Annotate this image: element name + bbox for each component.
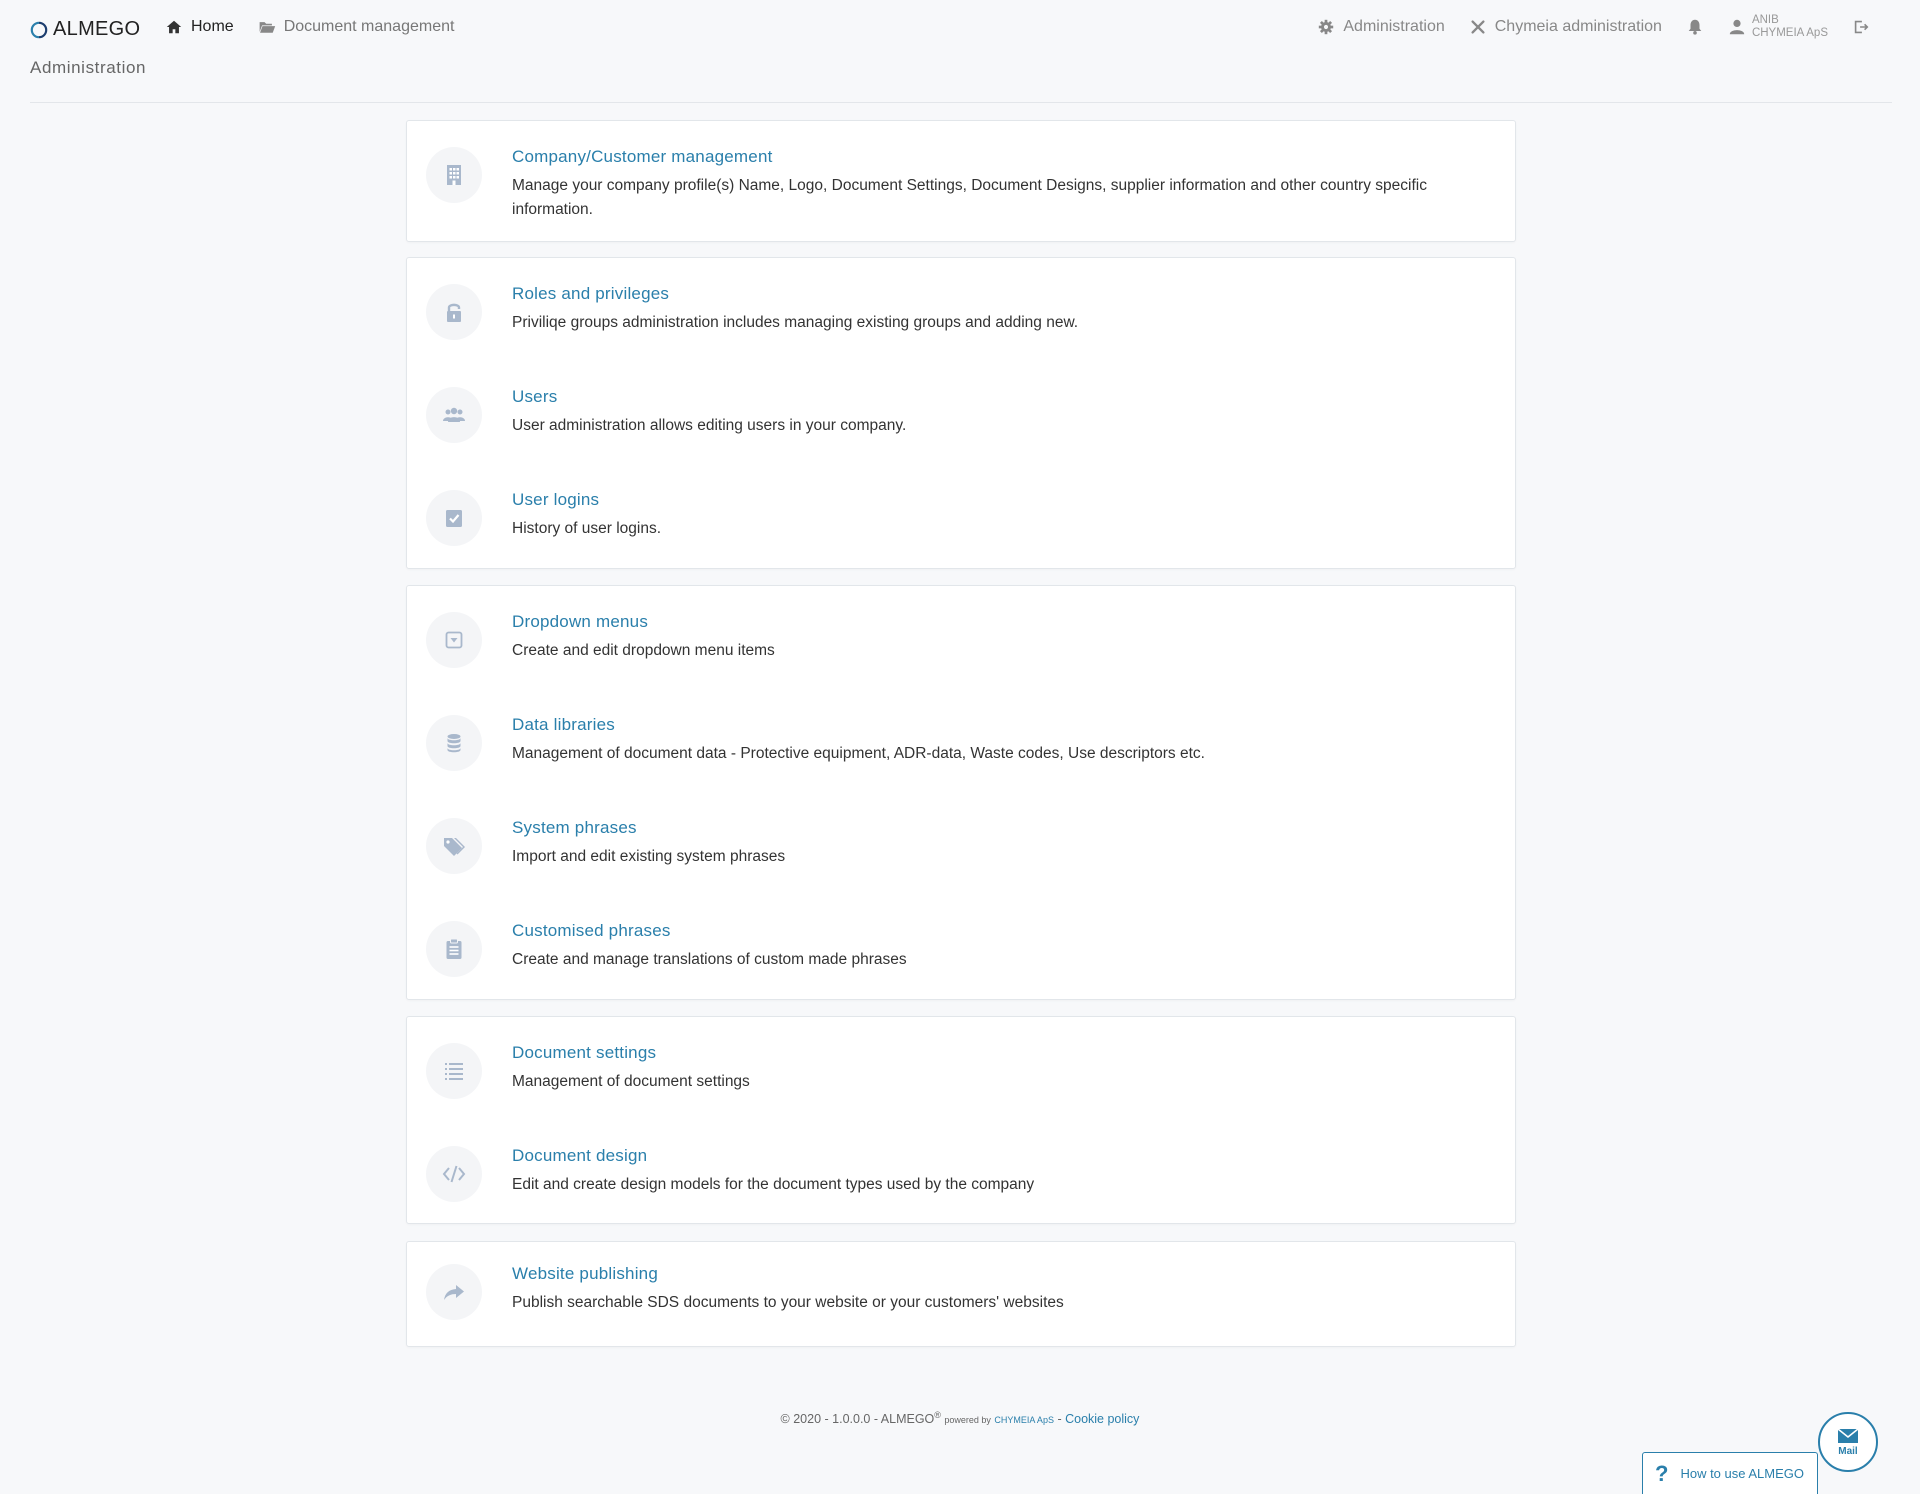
question-icon: ? <box>1655 1460 1669 1486</box>
logout-button[interactable] <box>1852 18 1870 36</box>
item-title[interactable]: Data libraries <box>512 715 615 735</box>
card-users: Roles and privileges Priviliqe groups ad… <box>406 257 1516 569</box>
brand[interactable]: ALMEGO <box>30 18 140 41</box>
item-document-settings[interactable]: Document settings Management of document… <box>407 1043 1515 1143</box>
item-title[interactable]: Users <box>512 387 557 407</box>
cookie-policy-link[interactable]: Cookie policy <box>1065 1412 1139 1426</box>
item-title[interactable]: Document settings <box>512 1043 656 1063</box>
how-to-use-button[interactable]: ? How to use ALMEGO <box>1642 1452 1818 1494</box>
tags-icon <box>426 818 482 874</box>
item-title[interactable]: Roles and privileges <box>512 284 669 304</box>
footer-company: CHYMEIA ApS <box>994 1415 1054 1426</box>
item-document-design[interactable]: Document design Edit and create design m… <box>407 1146 1515 1246</box>
item-description: Create and manage translations of custom… <box>512 951 907 968</box>
item-description: User administration allows editing users… <box>512 417 907 434</box>
nav-administration[interactable]: Administration <box>1317 18 1445 36</box>
database-icon <box>426 715 482 771</box>
item-roles-and-privileges[interactable]: Roles and privileges Priviliqe groups ad… <box>407 284 1515 384</box>
card-publishing: Website publishing Publish searchable SD… <box>406 1241 1516 1347</box>
code-icon <box>426 1146 482 1202</box>
item-description: History of user logins. <box>512 520 662 537</box>
item-description: Edit and create design models for the do… <box>512 1176 1035 1193</box>
bell-icon <box>1688 19 1702 35</box>
nav-chymeia-administration[interactable]: Chymeia administration <box>1469 18 1662 36</box>
item-data-libraries[interactable]: Data libraries Management of document da… <box>407 715 1515 815</box>
envelope-icon <box>1837 1427 1859 1443</box>
gear-icon <box>1319 19 1334 35</box>
nav-home[interactable]: Home <box>165 18 234 36</box>
page-title: Administration <box>30 58 147 77</box>
card-company: Company/Customer management Manage your … <box>406 120 1516 242</box>
user-menu[interactable]: ANIB CHYMEIA ApS <box>1728 14 1828 40</box>
item-title[interactable]: User logins <box>512 490 599 510</box>
user-icon <box>1729 19 1745 35</box>
item-description: Create and edit dropdown menu items <box>512 642 775 659</box>
users-icon <box>426 387 482 443</box>
item-user-logins[interactable]: User logins History of user logins. <box>407 490 1515 590</box>
user-name: ANIB <box>1751 14 1779 26</box>
item-dropdown-menus[interactable]: Dropdown menus Create and edit dropdown … <box>407 612 1515 712</box>
item-title[interactable]: Customised phrases <box>512 921 671 941</box>
lock-icon <box>426 284 482 340</box>
footer-separator: - <box>1057 1412 1062 1427</box>
clipboard-icon <box>426 921 482 977</box>
item-company-customer-management[interactable]: Company/Customer management Manage your … <box>407 147 1515 247</box>
share-arrow-icon <box>426 1264 482 1320</box>
nav-chymeia-administration-label: Chymeia administration <box>1494 18 1662 35</box>
item-system-phrases[interactable]: System phrases Import and edit existing … <box>407 818 1515 918</box>
tools-icon <box>1471 20 1485 34</box>
footer: © 2020 - 1.0.0.0 - ALMEGO® powered by CH… <box>0 1410 1920 1426</box>
brand-name: ALMEGO <box>53 18 141 40</box>
how-to-use-label: How to use ALMEGO <box>1680 1466 1805 1481</box>
user-company: CHYMEIA ApS <box>1751 27 1828 39</box>
item-title[interactable]: Document design <box>512 1146 647 1166</box>
top-navbar: ALMEGO Home Document management Administ… <box>0 0 1920 60</box>
card-documents: Document settings Management of document… <box>406 1016 1516 1224</box>
item-description: Management of document settings <box>512 1073 750 1090</box>
item-website-publishing[interactable]: Website publishing Publish searchable SD… <box>407 1264 1515 1364</box>
item-description: Priviliqe groups administration includes… <box>512 314 1079 331</box>
item-title[interactable]: Dropdown menus <box>512 612 648 632</box>
nav-home-label: Home <box>191 18 234 35</box>
item-customised-phrases[interactable]: Customised phrases Create and manage tra… <box>407 921 1515 1021</box>
item-description: Import and edit existing system phrases <box>512 848 786 865</box>
nav-document-management[interactable]: Document management <box>258 18 455 36</box>
mail-label: Mail <box>1838 1445 1858 1457</box>
item-description: Publish searchable SDS documents to your… <box>512 1294 1064 1311</box>
item-description: Manage your company profile(s) Name, Log… <box>512 177 1427 218</box>
list-icon <box>426 1043 482 1099</box>
footer-copyright: © 2020 - 1.0.0.0 - ALMEGO <box>780 1412 935 1427</box>
footer-registered: ® <box>934 1410 941 1420</box>
dropdown-icon <box>426 612 482 668</box>
check-square-icon <box>426 490 482 546</box>
card-content: Dropdown menus Create and edit dropdown … <box>406 585 1516 1000</box>
nav-document-management-label: Document management <box>283 18 455 35</box>
item-title[interactable]: System phrases <box>512 818 637 838</box>
item-title[interactable]: Website publishing <box>512 1264 658 1284</box>
item-title[interactable]: Company/Customer management <box>512 147 773 167</box>
item-description: Management of document data - Protective… <box>512 745 1205 762</box>
sign-out-icon <box>1854 20 1869 34</box>
header-divider <box>30 102 1892 103</box>
folder-open-icon <box>259 22 275 33</box>
nav-administration-label: Administration <box>1343 18 1445 35</box>
item-users[interactable]: Users User administration allows editing… <box>407 387 1515 487</box>
mail-button[interactable]: Mail <box>1818 1412 1878 1472</box>
almego-logo-icon <box>30 21 48 38</box>
building-icon <box>426 147 482 203</box>
notifications-button[interactable] <box>1686 18 1704 36</box>
home-icon <box>166 20 182 34</box>
footer-powered-by: powered by <box>944 1415 991 1426</box>
